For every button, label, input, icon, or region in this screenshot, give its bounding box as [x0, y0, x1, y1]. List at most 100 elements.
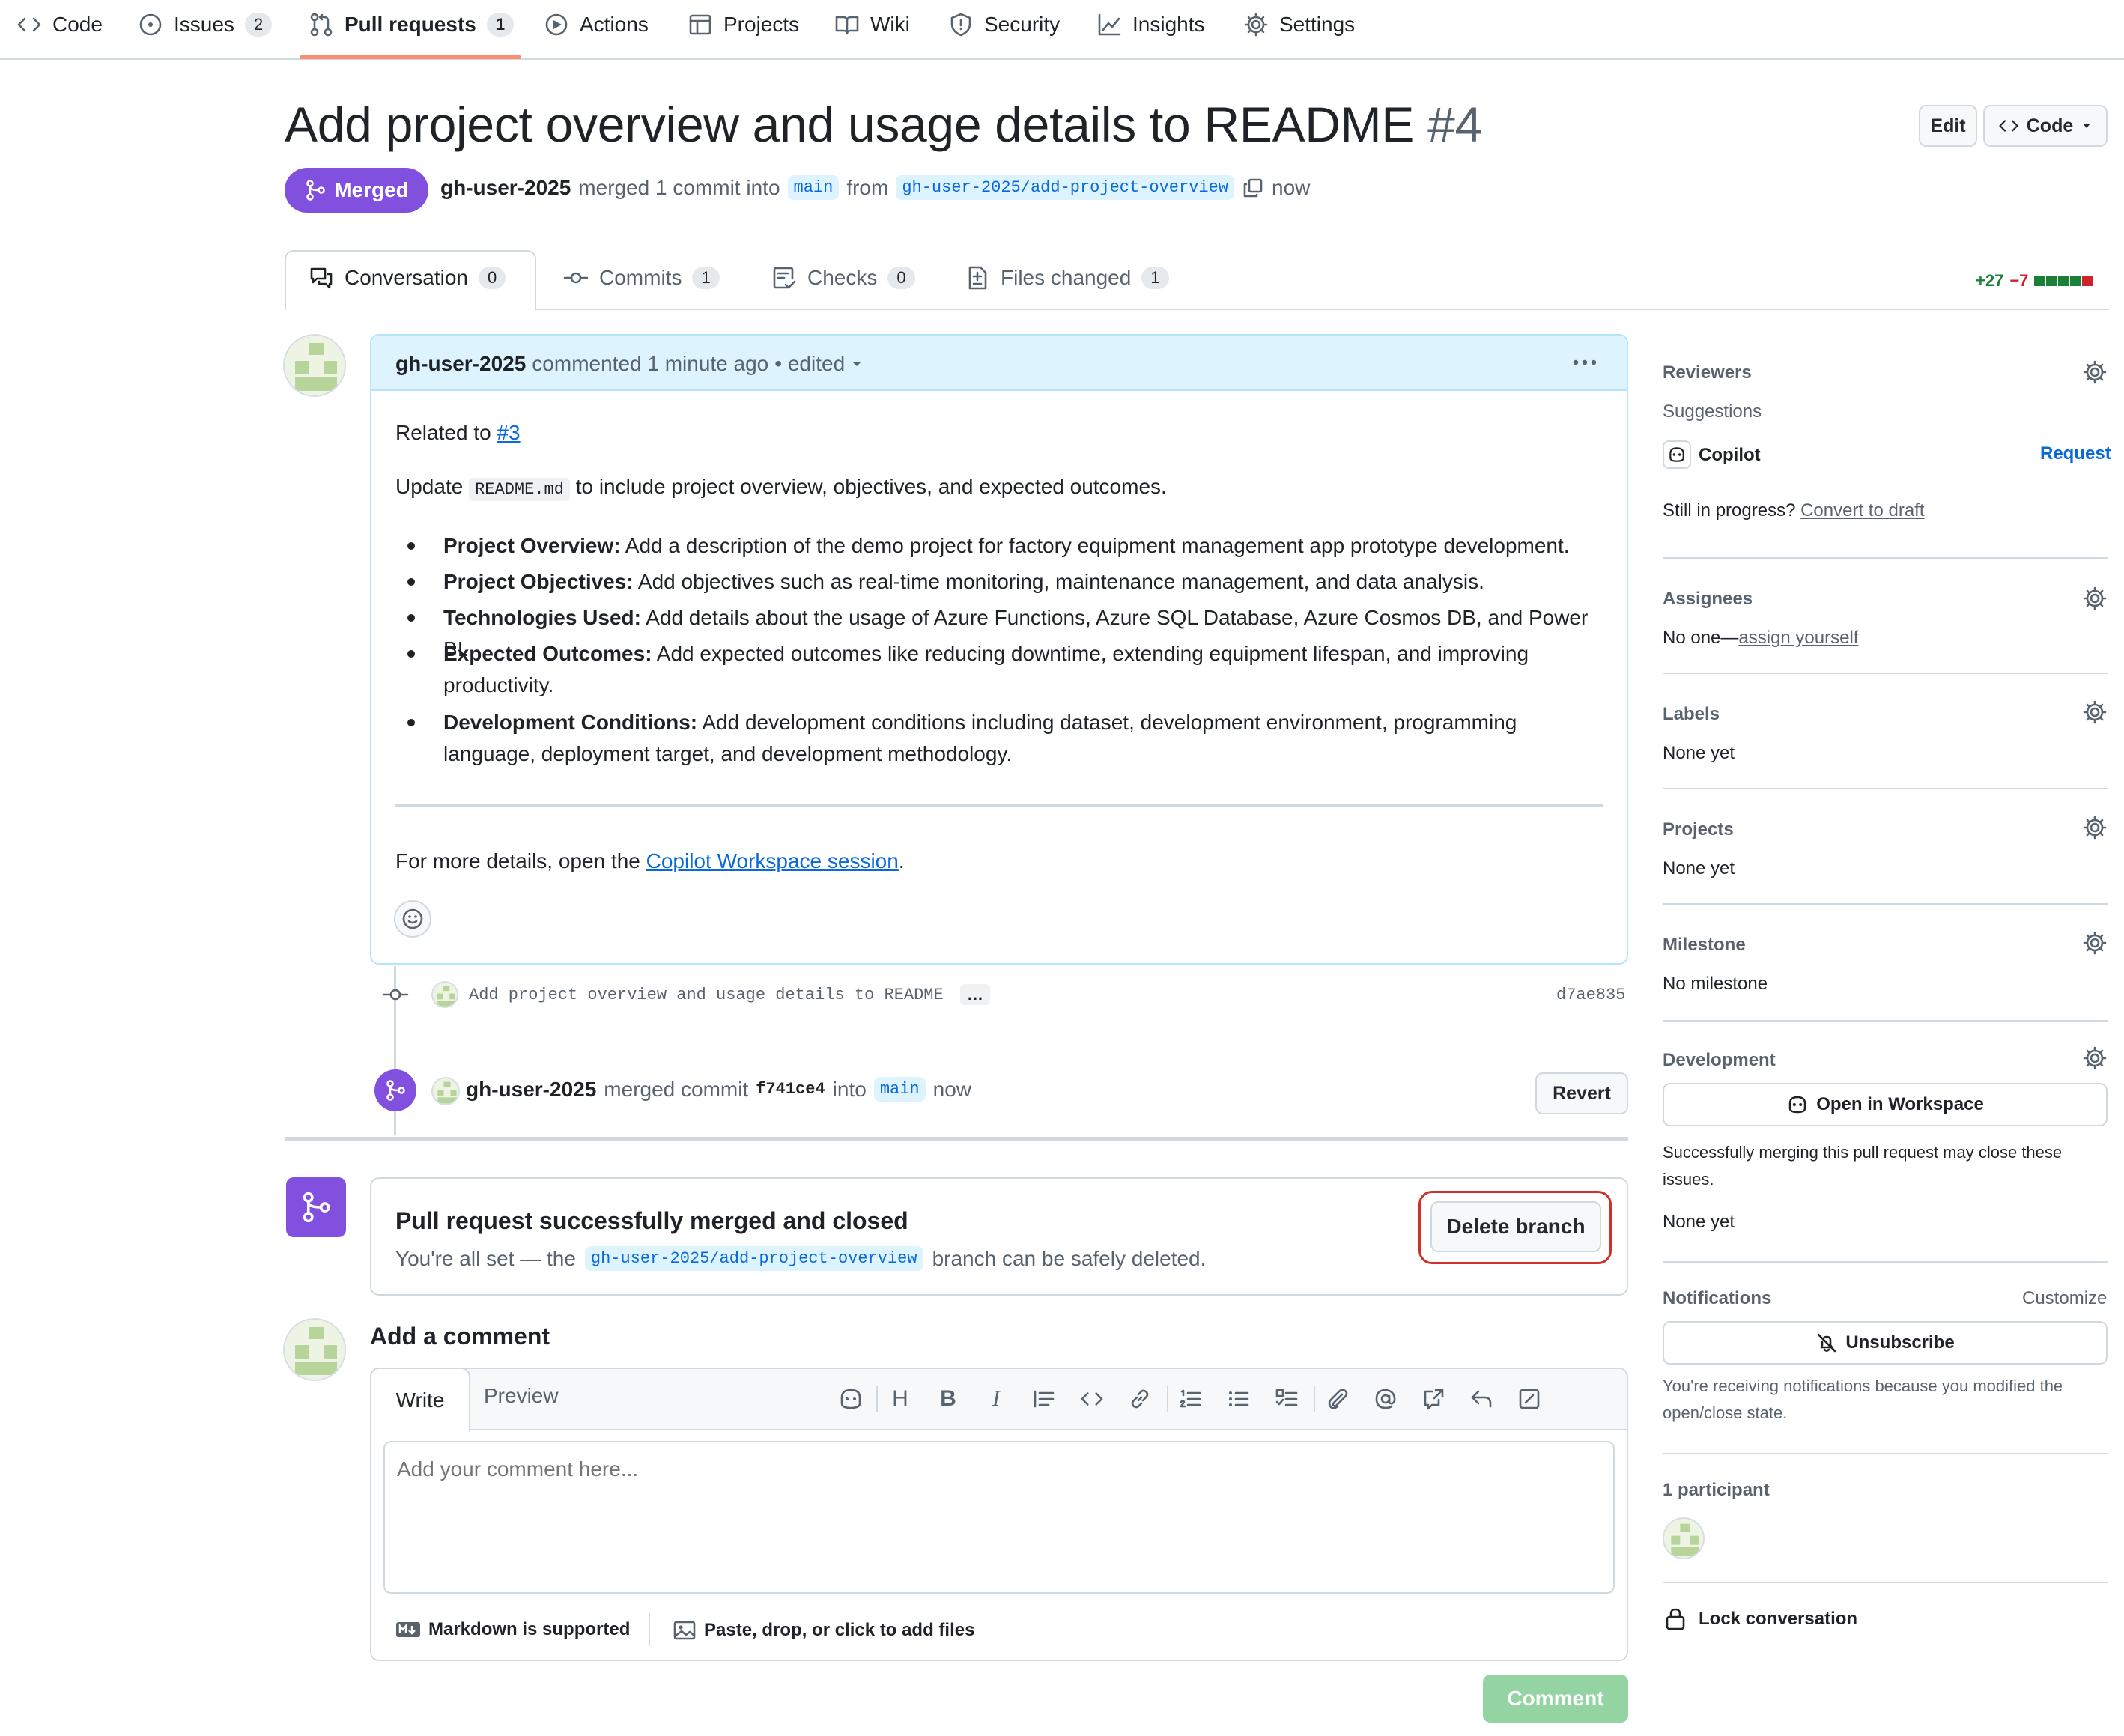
projects-title[interactable]: Projects — [1663, 819, 1734, 840]
nav-projects-label: Projects — [723, 13, 800, 36]
gear-icon[interactable] — [2082, 1045, 2108, 1071]
tab-commits[interactable]: Commits 1 — [563, 265, 720, 291]
merge-branch[interactable]: main — [873, 1077, 926, 1102]
tab-checks-count: 0 — [887, 267, 915, 289]
comment-author[interactable]: gh-user-2025 — [395, 352, 526, 376]
tab-write[interactable]: Write — [370, 1368, 470, 1432]
gear-icon[interactable] — [2082, 699, 2108, 725]
ordered-list-icon[interactable] — [1176, 1384, 1206, 1414]
unordered-list-icon[interactable] — [1224, 1384, 1254, 1414]
paperclip-icon[interactable] — [1323, 1384, 1353, 1414]
identicon — [295, 343, 337, 391]
code-dropdown-button[interactable]: Code — [1983, 105, 2108, 147]
merge-sha[interactable]: f741ce4 — [756, 1080, 825, 1099]
tab-conversation-count: 0 — [478, 267, 506, 289]
suggested-reviewer[interactable]: Copilot — [1699, 445, 1761, 466]
nav-pull-requests[interactable]: Pull requests 1 — [309, 10, 515, 39]
base-branch[interactable]: main — [787, 175, 840, 200]
customize-link[interactable]: Customize — [2022, 1288, 2107, 1309]
expand-commit-button[interactable]: … — [960, 984, 990, 1005]
link-icon[interactable] — [1125, 1384, 1155, 1414]
pr-time: now — [1272, 175, 1311, 199]
attach-files-note[interactable]: Paste, drop, or click to add files — [673, 1619, 974, 1642]
kebab-horizontal-icon[interactable] — [1570, 353, 1600, 371]
related-issue-link[interactable]: #3 — [497, 421, 520, 444]
convert-to-draft-link[interactable]: Convert to draft — [1800, 500, 1924, 521]
task-list-icon[interactable] — [1272, 1384, 1302, 1414]
unsubscribe-button[interactable]: Unsubscribe — [1663, 1321, 2108, 1365]
open-in-workspace-button[interactable]: Open in Workspace — [1663, 1083, 2108, 1126]
bold-icon[interactable]: B — [933, 1384, 963, 1414]
gear-icon[interactable] — [2082, 586, 2108, 611]
nav-insights[interactable]: Insights — [1096, 10, 1205, 39]
triangle-down-icon — [2083, 124, 2091, 128]
reply-icon[interactable] — [1466, 1384, 1496, 1414]
nav-settings-label: Settings — [1279, 13, 1356, 36]
sidebar-divider — [1663, 557, 2108, 559]
mention-icon[interactable] — [1371, 1384, 1401, 1414]
copilot-workspace-link[interactable]: Copilot Workspace session — [646, 849, 899, 872]
nav-actions[interactable]: Actions — [544, 10, 649, 39]
tab-conversation[interactable]: Conversation 0 — [309, 265, 506, 291]
delete-branch-button[interactable]: Delete branch — [1430, 1201, 1601, 1252]
avatar[interactable] — [431, 981, 458, 1008]
milestone-title[interactable]: Milestone — [1663, 935, 1746, 956]
markdown-note[interactable]: Markdown is supported — [395, 1619, 630, 1640]
fullscreen-edit-icon[interactable] — [1514, 1384, 1544, 1414]
reviewers-title[interactable]: Reviewers — [1663, 362, 1752, 383]
merge-time: now — [932, 1077, 971, 1101]
nav-security[interactable]: Security — [948, 10, 1060, 39]
comment-submit-button[interactable]: Comment — [1483, 1675, 1628, 1723]
comment-edited[interactable]: • edited — [774, 352, 845, 376]
development-title[interactable]: Development — [1663, 1050, 1776, 1071]
comment-input[interactable] — [383, 1441, 1615, 1594]
nav-issues[interactable]: Issues 2 — [138, 10, 273, 39]
assign-yourself-link[interactable]: assign yourself — [1738, 628, 1858, 648]
add-reaction-button[interactable] — [394, 900, 431, 938]
nav-wiki[interactable]: Wiki — [834, 10, 910, 39]
labels-title[interactable]: Labels — [1663, 704, 1720, 725]
gear-icon[interactable] — [2082, 930, 2108, 956]
request-review-link[interactable]: Request — [2040, 443, 2111, 464]
sidebar-divider — [1663, 1020, 2108, 1022]
head-branch[interactable]: gh-user-2025/add-project-overview — [896, 175, 1234, 200]
diffstat-additions: +27 — [1976, 271, 2004, 290]
copy-icon[interactable] — [1242, 177, 1264, 199]
nav-projects[interactable]: Projects — [688, 10, 799, 39]
avatar[interactable] — [431, 1077, 460, 1105]
tab-preview[interactable]: Preview — [484, 1384, 559, 1408]
pr-author[interactable]: gh-user-2025 — [440, 176, 571, 200]
copilot-icon[interactable] — [836, 1384, 866, 1414]
merge-author[interactable]: gh-user-2025 — [466, 1078, 596, 1102]
quote-icon[interactable] — [1029, 1384, 1059, 1414]
tab-files-changed[interactable]: Files changed 1 — [965, 265, 1169, 291]
gear-icon[interactable] — [2082, 359, 2108, 385]
commit-sha[interactable]: d7ae835 — [1556, 986, 1625, 1004]
draft-line: Still in progress? Convert to draft — [1663, 500, 1925, 521]
nav-code[interactable]: Code — [16, 10, 103, 39]
avatar[interactable] — [283, 1318, 346, 1381]
lock-conversation[interactable]: Lock conversation — [1664, 1607, 1857, 1631]
revert-button[interactable]: Revert — [1535, 1072, 1628, 1114]
assignees-title[interactable]: Assignees — [1663, 589, 1753, 610]
gear-icon[interactable] — [2082, 815, 2108, 840]
related-prefix: Related to — [395, 421, 491, 444]
git-merge-icon — [386, 1080, 405, 1101]
avatar[interactable] — [283, 334, 346, 397]
code-icon — [1999, 120, 2018, 132]
cross-reference-icon[interactable] — [1418, 1384, 1448, 1414]
code-icon[interactable] — [1077, 1384, 1107, 1414]
participant-avatar[interactable] — [1663, 1517, 1705, 1559]
triangle-down-icon[interactable] — [851, 358, 863, 370]
identicon — [295, 1327, 337, 1375]
tab-checks[interactable]: Checks 0 — [771, 265, 915, 291]
italic-icon[interactable]: I — [981, 1384, 1011, 1414]
book-icon — [835, 16, 859, 35]
heading-icon[interactable]: H — [885, 1384, 915, 1414]
merged-branch[interactable]: gh-user-2025/add-project-overview — [584, 1246, 923, 1271]
nav-settings[interactable]: Settings — [1243, 10, 1355, 39]
assignees-value: No one—assign yourself — [1663, 628, 1858, 649]
commit-message[interactable]: Add project overview and usage details t… — [469, 986, 944, 1004]
nav-issues-label: Issues — [174, 13, 234, 36]
edit-button[interactable]: Edit — [1919, 105, 1977, 147]
